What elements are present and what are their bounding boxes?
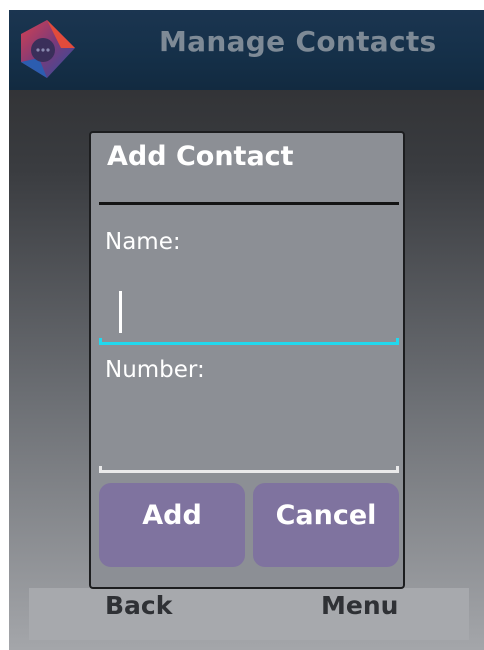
title-bar: Manage Contacts — [9, 10, 484, 90]
number-field[interactable] — [99, 419, 399, 473]
add-contact-dialog: Add Contact Name: Number: Add Cancel — [89, 131, 405, 589]
phone-screen: Manage Contacts Back Menu Add Contact Na… — [9, 10, 484, 650]
number-label: Number: — [105, 357, 205, 383]
name-label: Name: — [105, 229, 181, 255]
name-field[interactable] — [99, 283, 399, 345]
dialog-title: Add Contact — [107, 141, 294, 172]
back-softkey[interactable]: Back — [105, 591, 172, 620]
softkey-bar — [29, 588, 469, 640]
menu-softkey[interactable]: Menu — [321, 591, 398, 620]
app-chat-logo-icon — [21, 20, 75, 78]
text-caret — [119, 291, 122, 333]
page-title: Manage Contacts — [159, 25, 437, 58]
cancel-button[interactable]: Cancel — [253, 483, 399, 567]
add-button[interactable]: Add — [99, 483, 245, 567]
dialog-divider — [99, 202, 399, 205]
